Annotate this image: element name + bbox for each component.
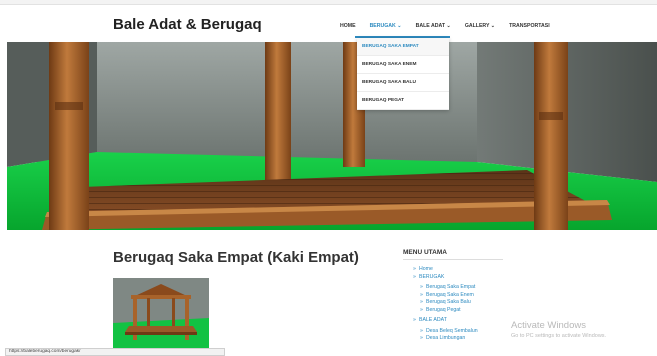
sidebar-menu: Home BERUGAK Berugaq Saka Empat Berugaq … [413, 266, 478, 343]
dropdown-item-saka-enem[interactable]: BERUGAQ SAKA ENEM [357, 56, 449, 74]
sidebar-item-saka-enem[interactable]: Berugaq Saka Enem [420, 292, 478, 300]
sidebar-item-saka-empat[interactable]: Berugaq Saka Empat [420, 284, 478, 292]
watermark-title: Activate Windows [511, 320, 586, 331]
chevron-down-icon: ⌄ [490, 23, 496, 29]
sidebar-item-desa-limbungan[interactable]: Desa Limbungan [420, 335, 478, 343]
berugaq-thumbnail-image[interactable] [113, 278, 209, 350]
dropdown-item-saka-balu[interactable]: BERUGAQ SAKA BALU [357, 74, 449, 92]
nav-item-label: TRANSPORTASI [509, 23, 550, 29]
page-title: Berugaq Saka Empat (Kaki Empat) [113, 249, 359, 266]
sidebar-item-pegat[interactable]: Berugaq Pegat [420, 307, 478, 315]
sidebar-item-home[interactable]: Home [413, 266, 478, 274]
main-nav: HOME BERUGAK ⌄ BALE ADAT ⌄ GALLERY ⌄ TRA… [333, 23, 557, 29]
berugaq-3d-render [7, 42, 657, 230]
thumbnail-render [113, 278, 209, 350]
nav-item-berugak[interactable]: BERUGAK ⌄ [363, 23, 409, 29]
site-header: Bale Adat & Berugaq HOME BERUGAK ⌄ BALE … [0, 5, 657, 42]
nav-item-label: BALE ADAT [415, 23, 446, 29]
nav-item-label: HOME [340, 23, 356, 29]
nav-item-label: GALLERY [464, 23, 490, 29]
site-title[interactable]: Bale Adat & Berugaq [113, 16, 262, 33]
sidebar-item-berugak[interactable]: BERUGAK [413, 274, 478, 282]
nav-item-transportasi[interactable]: TRANSPORTASI [502, 23, 557, 29]
browser-status-url: https://baleberugaq.com/berugak/ [5, 348, 225, 356]
sidebar-item-saka-balu[interactable]: Berugaq Saka Balu [420, 299, 478, 307]
nav-item-gallery[interactable]: GALLERY ⌄ [458, 23, 502, 29]
nav-item-home[interactable]: HOME [333, 23, 363, 29]
berugak-dropdown-menu: BERUGAQ SAKA EMPAT BERUGAQ SAKA ENEM BER… [357, 38, 449, 110]
sidebar-divider [403, 259, 503, 260]
sidebar-item-desa-beleq-sembalun[interactable]: Desa Beleq Sembalun [420, 328, 478, 336]
chevron-down-icon: ⌄ [446, 23, 451, 29]
watermark-subtitle: Go to PC settings to activate Windows. [511, 333, 607, 339]
chevron-down-icon: ⌄ [397, 23, 402, 29]
dropdown-item-pegat[interactable]: BERUGAQ PEGAT [357, 92, 449, 110]
sidebar-item-bale-adat[interactable]: BALE ADAT [413, 317, 478, 325]
nav-item-label: BERUGAK [369, 23, 396, 29]
dropdown-item-saka-empat[interactable]: BERUGAQ SAKA EMPAT [357, 38, 449, 56]
hero-banner-image [7, 42, 657, 230]
nav-item-bale-adat[interactable]: BALE ADAT ⌄ [409, 23, 458, 29]
activate-windows-watermark: Activate Windows Go to PC settings to ac… [511, 320, 606, 339]
sidebar-title: MENU UTAMA [403, 249, 447, 256]
